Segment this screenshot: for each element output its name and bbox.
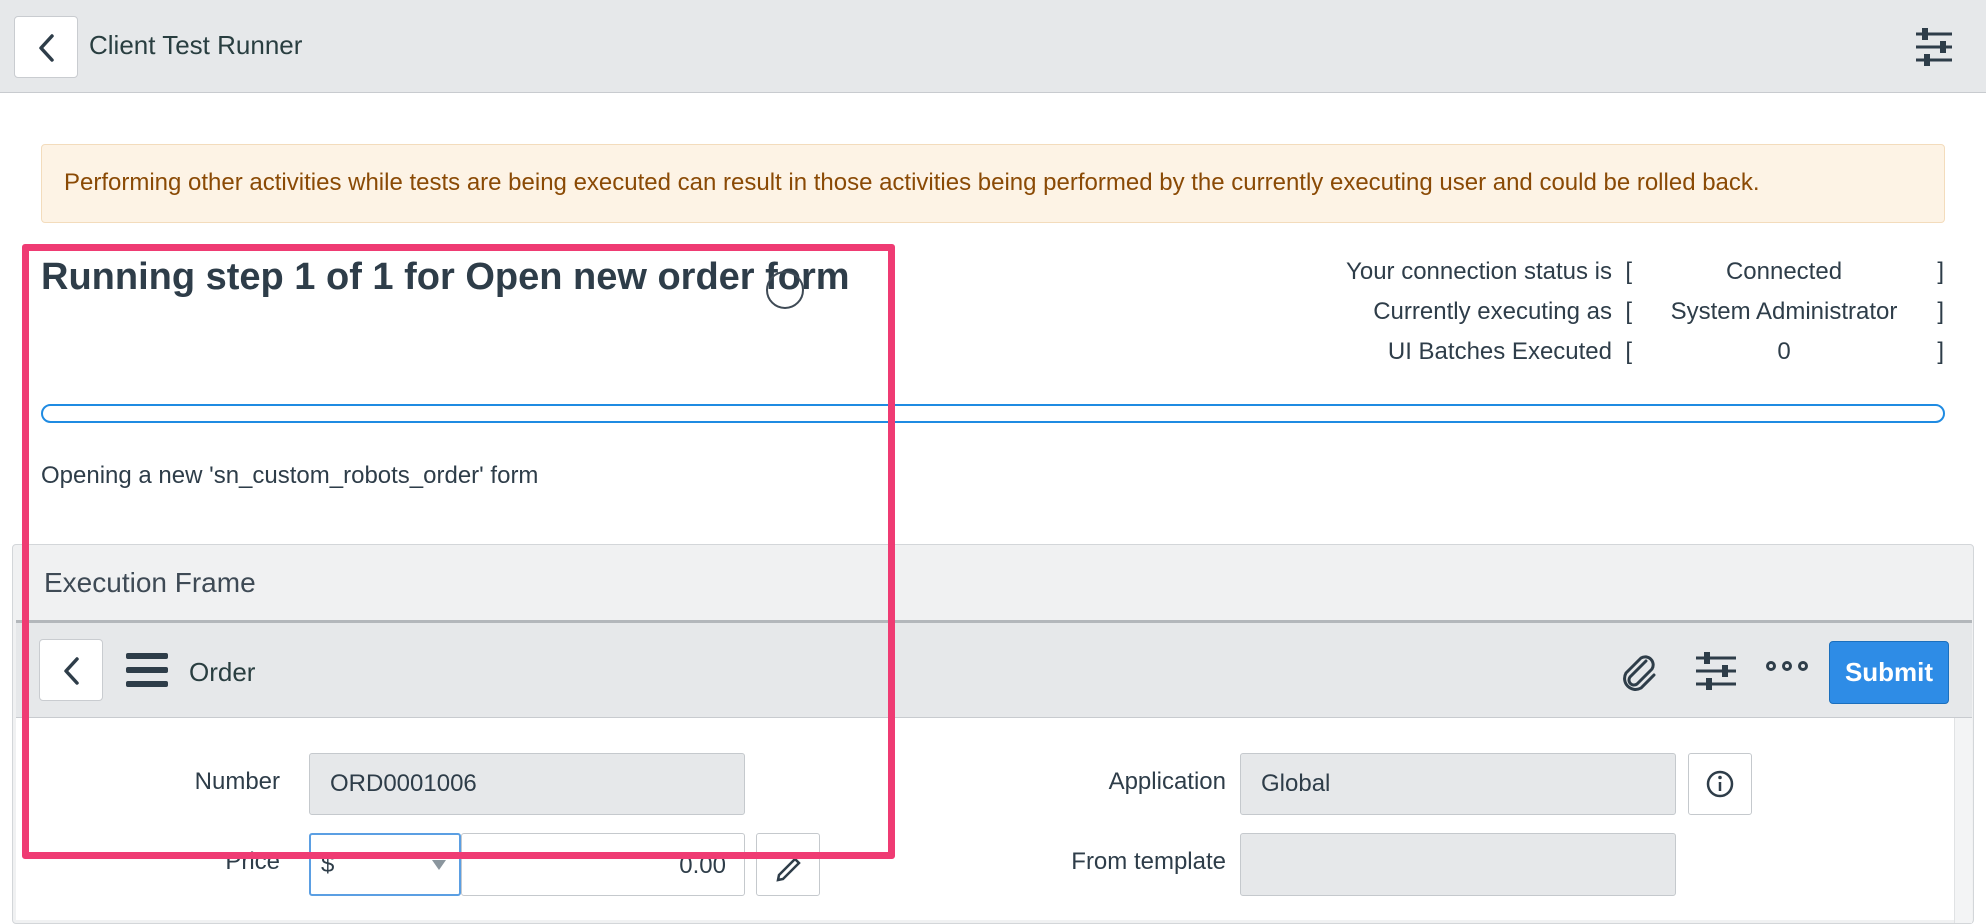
currency-select[interactable]: $ [309, 833, 461, 896]
status-value: Connected [1725, 258, 1843, 285]
caret-down-icon [432, 860, 446, 870]
number-label: Number [194, 768, 280, 795]
from-template-label: From template [1071, 848, 1226, 875]
from-template-field[interactable] [1240, 833, 1676, 896]
connection-status-row: Your connection status is [ Connected ] [1044, 258, 1944, 294]
execution-frame: Order Submit Number ORD0001006 Price $ 0… [16, 620, 1972, 923]
paperclip-icon[interactable] [1616, 649, 1660, 693]
bracket-close: ] [1937, 338, 1944, 365]
info-icon [1706, 770, 1734, 798]
more-icon[interactable] [1766, 657, 1810, 677]
info-button[interactable] [1688, 753, 1752, 815]
warning-banner: Performing other activities while tests … [41, 144, 1945, 223]
submit-button[interactable]: Submit [1829, 641, 1949, 704]
currency-value: $ [321, 851, 335, 878]
chevron-left-icon [64, 657, 79, 685]
status-label: Your connection status is [1346, 258, 1612, 285]
loading-spinner-icon [766, 271, 804, 309]
price-label: Price [225, 848, 280, 875]
step-message: Opening a new 'sn_custom_robots_order' f… [41, 462, 539, 489]
status-label: UI Batches Executed [1387, 338, 1612, 365]
form-title: Order [189, 657, 256, 687]
warning-text: Performing other activities while tests … [64, 169, 1760, 196]
chevron-left-icon [39, 34, 54, 62]
bracket-close: ] [1937, 258, 1944, 285]
running-step-title: Running step 1 of 1 for Open new order f… [41, 256, 850, 298]
edit-price-button[interactable] [756, 833, 820, 896]
application-field[interactable]: Global [1240, 753, 1676, 815]
top-header: Client Test Runner [0, 0, 1986, 93]
executing-as-row: Currently executing as [ System Administ… [1044, 298, 1944, 334]
bracket-open: [ [1625, 258, 1632, 285]
form-back-button[interactable] [39, 639, 103, 701]
execution-frame-title: Execution Frame [44, 567, 256, 598]
price-field[interactable]: 0.00 [461, 833, 745, 896]
page-title: Client Test Runner [89, 30, 303, 60]
scrollbar[interactable] [1954, 718, 1972, 923]
bracket-close: ] [1937, 298, 1944, 325]
sliders-icon [1916, 28, 1952, 66]
price-value: 0.00 [679, 852, 726, 879]
pencil-icon [776, 857, 801, 882]
settings-button[interactable] [1914, 26, 1954, 68]
ui-batches-row: UI Batches Executed [ 0 ] [1044, 338, 1944, 374]
bracket-open: [ [1625, 298, 1632, 325]
sliders-icon[interactable] [1694, 651, 1738, 691]
progress-bar [41, 404, 1945, 423]
bracket-open: [ [1625, 338, 1632, 365]
application-label: Application [1108, 768, 1226, 795]
status-value: 0 [1777, 338, 1791, 365]
status-label: Currently executing as [1373, 298, 1612, 325]
back-button[interactable] [14, 16, 78, 78]
status-value: System Administrator [1670, 298, 1898, 325]
hamburger-menu-icon[interactable] [126, 653, 168, 687]
form-header: Order Submit [16, 623, 1972, 718]
number-field[interactable]: ORD0001006 [309, 753, 745, 815]
